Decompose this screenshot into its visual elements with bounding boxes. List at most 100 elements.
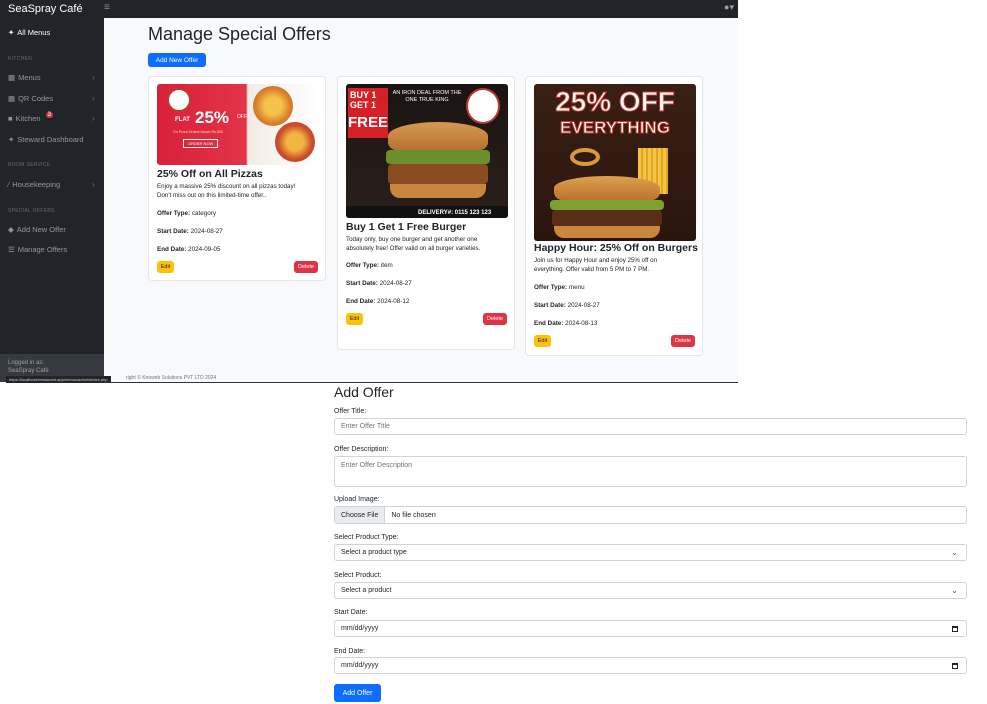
offer-title-input[interactable]: Enter Offer Title — [334, 418, 967, 435]
choose-file-button[interactable]: Choose File — [335, 507, 386, 523]
delete-button[interactable]: Delete — [294, 261, 318, 273]
edit-button[interactable]: Edit — [157, 261, 174, 273]
burger-bun-icon — [554, 176, 660, 200]
file-status: No file chosen — [391, 511, 436, 519]
offer-card: BUY 1 GET 1 FREE AN IRON DEAL FROM THE O… — [337, 76, 515, 350]
offer-description-textarea[interactable]: Enter Offer Description — [334, 456, 967, 487]
copyright-footer: right © Knoweb Solutions PVT LTD 2024 — [126, 375, 217, 381]
calendar-icon[interactable] — [952, 625, 958, 632]
offer-image-happy-hour: 25% OFF EVERYTHING — [534, 84, 696, 241]
divider — [104, 382, 738, 383]
delete-button[interactable]: Delete — [671, 335, 695, 347]
start-date-label: Start Date: — [334, 609, 368, 616]
chevron-right-icon: › — [92, 114, 95, 123]
offer-image-pizza: FLAT 25% OFF On Pizza Orders Above Rs.50… — [157, 84, 319, 165]
form-heading: Add Offer — [334, 384, 394, 400]
edit-button[interactable]: Edit — [534, 335, 551, 347]
burger-bottom-bun-icon — [390, 184, 486, 198]
chevron-right-icon: › — [92, 180, 95, 189]
sidebar-item-kitchen[interactable]: ■ Kitchen 3 › — [8, 111, 95, 123]
promo-condition: On Pizza Orders Above Rs.500 — [173, 130, 223, 134]
add-new-offer-button[interactable]: Add New Offer — [148, 53, 206, 67]
offer-end-date: End Date: 2024-08-12 — [346, 298, 410, 305]
burger-lettuce-icon — [550, 200, 664, 210]
burger-bun-icon — [388, 122, 488, 150]
promo-get1: GET 1 — [350, 100, 377, 110]
offer-description-label: Offer Description: — [334, 446, 389, 453]
upload-image-input[interactable]: Choose File No file chosen — [334, 506, 967, 524]
offer-end-date: End Date: 2024-09-05 — [157, 246, 221, 253]
product-label: Select Product: — [334, 572, 382, 579]
sidebar-item-menus[interactable]: ▦ Menus › — [8, 73, 95, 82]
kitchen-icon: ■ — [8, 114, 13, 123]
pizza-image — [253, 86, 293, 126]
offer-type: Offer Type: category — [157, 210, 217, 217]
start-date-input[interactable]: mm/dd/yyyy — [334, 620, 967, 637]
promo-tagline: AN IRON DEAL FROM THE ONE TRUE KING — [392, 90, 462, 103]
sidebar-heading-room-service: ROOM SERVICE — [8, 162, 51, 168]
end-date-input[interactable]: mm/dd/yyyy — [334, 657, 967, 674]
utensils-icon: ✦ — [8, 28, 15, 37]
utensils-icon: ✦ — [8, 135, 15, 144]
logged-in-user: SeaSpray Café — [8, 368, 49, 374]
product-type-select[interactable]: Select a product type ⌄ — [334, 544, 967, 561]
chevron-down-icon: ⌄ — [951, 548, 958, 557]
chevron-right-icon: › — [92, 94, 95, 103]
kitchen-count-badge: 3 — [45, 111, 53, 118]
offer-card: 25% OFF EVERYTHING Happy Hour: 25% Off o… — [525, 76, 703, 356]
main-content: Manage Special Offers Add New Offer FLAT… — [104, 18, 738, 382]
sidebar-item-qr-codes[interactable]: ▦ QR Codes › — [8, 94, 95, 103]
tag-icon: ◆ — [8, 225, 14, 234]
burger-patty-icon — [552, 210, 662, 226]
promo-free: FREE — [348, 114, 389, 131]
pizza-image — [275, 122, 315, 162]
sidebar-heading-special-offers: SPECIAL OFFERS — [8, 208, 55, 214]
chevron-right-icon: › — [92, 73, 95, 82]
promo-order-now: ORDER NOW — [183, 139, 219, 148]
chevron-down-icon: ⌄ — [951, 586, 958, 595]
hamburger-icon[interactable]: ≡ — [104, 2, 110, 13]
promo-flat: FLAT — [175, 117, 190, 123]
offer-end-date: End Date: 2024-08-13 — [534, 320, 598, 327]
sidebar: ✦ All Menus KITCHEN ▦ Menus › ▦ QR Codes › ■ K… — [0, 18, 104, 382]
sidebar-heading-kitchen: KITCHEN — [8, 56, 33, 62]
offer-title-label: Offer Title: — [334, 408, 367, 415]
calendar-icon[interactable] — [952, 662, 958, 669]
offer-image-burger: BUY 1 GET 1 FREE AN IRON DEAL FROM THE O… — [346, 84, 508, 218]
end-date-label: End Date: — [334, 648, 366, 655]
offer-title: 25% Off on All Pizzas — [157, 168, 263, 180]
grid-icon: ▦ — [8, 73, 16, 82]
qr-icon: ▦ — [8, 94, 16, 103]
brand-name[interactable]: SeaSpray Café — [8, 3, 83, 15]
burger-patty-icon — [388, 164, 488, 184]
burger-lettuce-icon — [386, 150, 490, 164]
chef-mascot-icon — [466, 88, 500, 124]
delete-button[interactable]: Delete — [483, 313, 507, 325]
offer-card: FLAT 25% OFF On Pizza Orders Above Rs.50… — [148, 76, 326, 281]
promo-off: OFF — [237, 114, 247, 120]
chef-mascot-icon — [167, 88, 191, 112]
offer-start-date: Start Date: 2024-08-27 — [157, 228, 223, 235]
sidebar-item-all-menus[interactable]: ✦ All Menus — [8, 28, 50, 37]
promo-buy1: BUY 1 — [350, 90, 377, 100]
offer-description: Join us for Happy Hour and enjoy 25% off… — [534, 257, 658, 273]
offer-title: Happy Hour: 25% Off on Burgers — [534, 242, 698, 254]
product-select[interactable]: Select a product ⌄ — [334, 582, 967, 599]
upload-image-label: Upload Image: — [334, 496, 380, 503]
sidebar-item-steward[interactable]: ✦ Steward Dashboard — [8, 135, 84, 144]
product-type-label: Select Product Type: — [334, 534, 399, 541]
offer-start-date: Start Date: 2024-08-27 — [534, 302, 600, 309]
page-title: Manage Special Offers — [148, 24, 331, 44]
offer-type: Offer Type: item — [346, 262, 393, 269]
promo-25-off: 25% OFF — [555, 86, 676, 118]
promo-percent: 25% — [195, 108, 230, 127]
add-offer-submit-button[interactable]: Add Offer — [334, 684, 381, 702]
edit-button[interactable]: Edit — [346, 313, 363, 325]
promo-delivery: DELIVERY#: 0115 123 123 — [418, 210, 492, 216]
sidebar-item-manage-offers[interactable]: ☰ Manage Offers — [8, 245, 67, 254]
sidebar-item-add-offer[interactable]: ◆ Add New Offer — [8, 225, 66, 234]
sidebar-item-housekeeping[interactable]: ∕ Housekeeping › — [8, 180, 95, 189]
user-menu-icon[interactable]: ●▾ — [724, 2, 734, 13]
offer-start-date: Start Date: 2024-08-27 — [346, 280, 412, 287]
add-offer-form: Add Offer Offer Title: Enter Offer Title… — [334, 384, 967, 702]
